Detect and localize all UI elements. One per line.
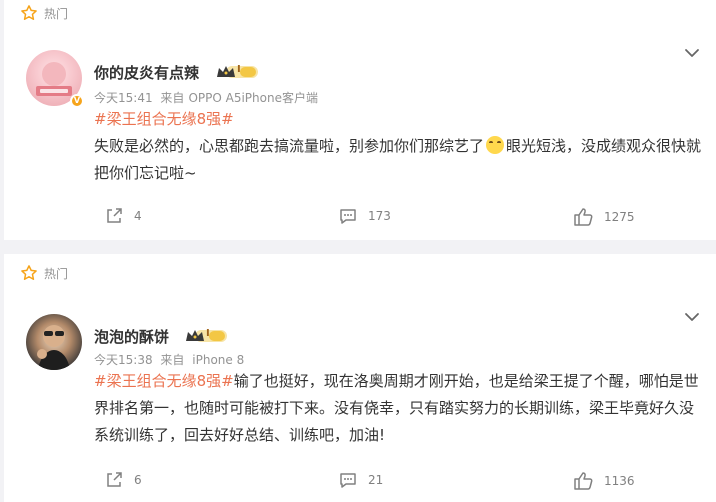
like-icon	[574, 208, 593, 226]
avatar-image	[37, 325, 70, 370]
like-button[interactable]: 1275	[572, 206, 635, 228]
vip-level: I	[206, 328, 210, 339]
post-card: 热门 V 你的皮炎有点辣 I 今天15:41 来自 OPPO A5iPhone客户…	[4, 0, 716, 240]
chevron-down-icon[interactable]	[684, 312, 700, 322]
hot-label: 热门	[44, 6, 69, 21]
comment-count: 21	[368, 473, 384, 487]
share-icon	[107, 472, 122, 487]
post-card: 热门 泡泡的酥饼 I 今天15:38 来自 iPhone 8 #梁王组合无缘8强…	[4, 254, 716, 502]
username[interactable]: 泡泡的酥饼	[94, 326, 169, 347]
post-meta: 今天15:41 来自 OPPO A5iPhone客户端	[94, 89, 322, 106]
verified-badge: V	[70, 94, 84, 108]
like-icon	[574, 472, 593, 490]
like-count: 1136	[604, 474, 635, 488]
like-count: 1275	[604, 210, 635, 224]
hot-label: 热门	[44, 266, 69, 281]
post-source: OPPO A5iPhone客户端	[188, 91, 318, 105]
chevron-down-icon[interactable]	[684, 48, 700, 58]
comment-icon	[340, 209, 356, 224]
hot-star-icon	[21, 265, 37, 280]
comment-count: 173	[368, 209, 391, 223]
post-content: #梁王组合无缘8强#输了也挺好，现在洛奥周期才刚开始，也是给梁王提了个醒，哪怕是…	[94, 368, 706, 449]
hot-header: 热门	[20, 4, 68, 22]
topic-tag[interactable]: #梁王组合无缘8强#	[94, 110, 234, 128]
post-text-1: 失败是必然的，心思都跑去搞流量啦，别参加你们那综艺了	[94, 137, 485, 155]
hot-header: 热门	[20, 264, 68, 282]
source-prefix: 来自	[160, 353, 185, 367]
share-count: 6	[134, 473, 142, 487]
comment-button[interactable]: 173	[338, 206, 391, 226]
post-time[interactable]: 今天15:41	[94, 91, 153, 105]
laughing-emoji-icon	[486, 136, 505, 154]
like-button[interactable]: 1136	[572, 470, 635, 492]
vip-level: I	[237, 64, 241, 75]
comment-button[interactable]: 21	[338, 470, 383, 490]
post-time[interactable]: 今天15:38	[94, 353, 153, 367]
avatar[interactable]	[26, 314, 82, 370]
username[interactable]: 你的皮炎有点辣	[94, 62, 199, 83]
topic-tag[interactable]: #梁王组合无缘8强#	[94, 372, 234, 390]
comment-icon	[340, 473, 356, 488]
source-prefix: 来自	[160, 91, 185, 105]
share-button[interactable]: 6	[104, 470, 142, 490]
post-source: iPhone 8	[192, 353, 245, 367]
hot-star-icon	[21, 5, 37, 20]
post-meta: 今天15:38 来自 iPhone 8	[94, 351, 248, 368]
post-content: #梁王组合无缘8强# 失败是必然的，心思都跑去搞流量啦，别参加你们那综艺了 眼光短…	[94, 106, 706, 187]
share-button[interactable]: 4	[104, 206, 142, 226]
share-count: 4	[134, 209, 142, 223]
share-icon	[107, 208, 122, 223]
